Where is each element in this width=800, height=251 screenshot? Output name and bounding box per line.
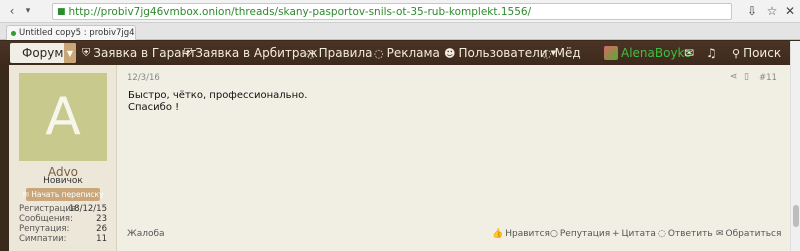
stat-value: 11	[96, 234, 107, 244]
shield-icon: ⛨	[82, 46, 91, 59]
nav-item-ads[interactable]: ◌ Реклама	[374, 45, 440, 61]
url-text: http://probiv7jg46vmbox.onion/threads/sk…	[68, 5, 532, 18]
thumbs-up-icon: 👍	[492, 229, 504, 239]
bookmark-star-icon[interactable]: ☆	[764, 3, 780, 19]
user-avatar	[604, 46, 618, 60]
nav-user-account[interactable]: AlenaBoyko	[604, 45, 691, 61]
lock-icon: ■	[57, 6, 66, 17]
stat-label: Сообщения:	[19, 214, 73, 224]
author-avatar[interactable]: A	[19, 73, 107, 161]
reply-icon: ◌	[658, 229, 666, 239]
report-link[interactable]: Жалоба	[127, 229, 165, 239]
author-stat-likes: Симпатии: 11	[19, 234, 107, 244]
forum-navbar: Форумы ▼ ⛨ Заявка в Гарант ⛨ Заявка в Ар…	[0, 41, 790, 65]
reputation-button[interactable]: ○ Репутация	[550, 229, 610, 239]
post-message: Быстро, чётко, профессионально. Спасибо …	[128, 90, 307, 114]
chat-bubble-icon: ◌	[306, 46, 316, 60]
bell-icon[interactable]: ♫	[706, 45, 717, 61]
nav-item-label: Мёд	[554, 46, 581, 60]
stat-label: Симпатии:	[19, 234, 67, 244]
nav-item-label: Заявка в Гарант	[93, 46, 197, 60]
search-icon: ⚲	[732, 46, 741, 60]
reply-button[interactable]: ◌ Ответить	[658, 229, 713, 239]
reputation-icon: ○	[550, 229, 558, 239]
plus-icon: +	[612, 229, 620, 239]
chat-bubble-icon: ◌	[542, 46, 552, 60]
messages-icon[interactable]: ✉	[684, 45, 694, 61]
nav-username: AlenaBoyko	[621, 46, 692, 60]
post-line: Спасибо !	[128, 102, 180, 113]
browser-toolbar: ‹ ▾ ■ http://probiv7jg46vmbox.onion/thre…	[0, 0, 800, 23]
stat-value: 18/12/15	[68, 204, 107, 214]
stat-value: 26	[96, 224, 107, 234]
quote-button[interactable]: + Цитата	[612, 229, 656, 239]
nav-item-label: Правила	[318, 46, 373, 60]
like-button[interactable]: 👍 Нравится	[492, 229, 550, 239]
author-stat-reputation: Репутация: 26	[19, 224, 107, 234]
envelope-icon: ✉	[716, 229, 724, 239]
history-dropdown-button[interactable]: ▾	[18, 1, 38, 21]
author-rank: Новичок	[43, 176, 83, 186]
scrollbar-thumb[interactable]	[793, 205, 799, 227]
page-scrollbar[interactable]	[790, 41, 800, 251]
avatar-initial: A	[45, 87, 81, 147]
nav-item-garant[interactable]: ⛨ Заявка в Гарант	[82, 45, 196, 61]
users-icon: ☻	[444, 46, 456, 60]
shield-icon: ⛨	[184, 46, 193, 59]
nav-item-med[interactable]: ◌ Мёд	[542, 45, 581, 61]
download-icon[interactable]: ⇩	[744, 3, 760, 19]
action-label: Цитата	[621, 229, 656, 239]
tab-bar: Untitled copy5 : probiv7jg46vmbox.onion	[0, 23, 800, 40]
action-label: Репутация	[559, 229, 611, 239]
stat-label: Репутация:	[19, 224, 70, 234]
action-label: Ответить	[667, 229, 713, 239]
chevron-down-icon[interactable]: ▼	[64, 43, 76, 63]
post-container	[9, 65, 790, 251]
start-conversation-button[interactable]: ✉ Начать переписку	[23, 188, 103, 201]
nav-item-label: Реклама	[386, 46, 440, 60]
post-number[interactable]: #11	[759, 73, 777, 83]
share-icon[interactable]: ⋖	[730, 72, 738, 82]
nav-search-label: Поиск	[743, 46, 782, 60]
close-icon[interactable]: ✕	[782, 3, 798, 19]
stat-value: 23	[96, 214, 107, 224]
nav-item-users[interactable]: ☻ Пользователи ▼	[444, 45, 556, 61]
action-label: Обратиться	[725, 229, 782, 239]
post-line: Быстро, чётко, профессионально.	[128, 90, 308, 101]
browser-tab[interactable]: Untitled copy5 : probiv7jg46vmbox.onion	[6, 25, 136, 40]
nav-search[interactable]: ⚲ Поиск	[732, 45, 781, 61]
nav-item-label: Заявка в Арбитраж	[195, 46, 318, 60]
nav-item-rules[interactable]: ◌ Правила	[306, 45, 373, 61]
tab-title: Untitled copy5 : probiv7jg46vmbox.onion	[19, 28, 136, 38]
author-stat-messages: Сообщения: 23	[19, 214, 107, 224]
bookmark-icon[interactable]: ▯	[744, 72, 749, 82]
url-bar[interactable]: ■ http://probiv7jg46vmbox.onion/threads/…	[52, 3, 732, 20]
nav-item-label: Пользователи	[458, 46, 548, 60]
nav-item-arbitrage[interactable]: ⛨ Заявка в Арбитраж	[184, 45, 318, 61]
post-date[interactable]: 12/3/16	[127, 73, 160, 83]
tab-favicon-icon	[11, 30, 16, 36]
chat-bubble-icon: ◌	[374, 46, 384, 60]
author-stat-registration: Регистрация: 18/12/15	[19, 204, 107, 214]
action-label: Нравится	[505, 229, 550, 239]
nav-forums-button[interactable]: Форумы ▼	[10, 43, 76, 63]
contact-button[interactable]: ✉ Обратиться	[716, 229, 781, 239]
